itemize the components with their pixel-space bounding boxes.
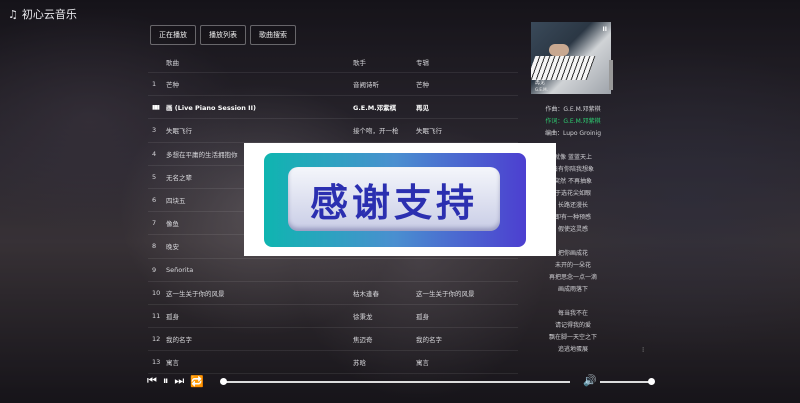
app-title-text: 初心云音乐 (21, 8, 77, 21)
lyric-line: 再把思念一点一滴 (548, 274, 597, 281)
lyric-line: 请记得我的爱 (554, 322, 591, 329)
piano-keys-image (531, 56, 596, 80)
thanks-badge-inner: 感谢支持 (288, 167, 500, 231)
header-album: 专辑 (416, 59, 429, 67)
song-title: 寓言 (166, 359, 179, 368)
music-note-icon: ♫ (8, 7, 18, 21)
scroll-indicator: ⁞ (642, 346, 645, 354)
table-row[interactable]: ▮▮▮ 画 (Live Piano Session II) G.E.M.邓紫棋 再见 (148, 96, 518, 120)
song-title: 晚安 (166, 243, 179, 252)
lyric-line: 作词：G.E.M.邓紫棋 (545, 118, 601, 125)
song-title: 我的名字 (166, 336, 192, 345)
table-row[interactable]: 3 失眠飞行 接个吻，开一枪 失眠飞行 (148, 119, 518, 143)
lyric-line (528, 296, 618, 308)
lyric-line: 画成雨落下 (557, 286, 588, 293)
song-artist: 枯木逢春 (353, 289, 379, 298)
song-artist: 接个吻，开一枪 (353, 127, 399, 136)
song-album: 寓言 (416, 359, 429, 368)
song-album: 我的名字 (416, 336, 442, 345)
table-row[interactable]: 11 孤身 徐秉龙 孤身 (148, 305, 518, 329)
lyric-line: 作曲：G.E.M.邓紫棋 (545, 106, 601, 113)
song-title: 像鱼 (166, 220, 179, 229)
volume-knob[interactable] (648, 378, 655, 385)
cover-edge (609, 60, 613, 90)
lyric-line: 飘在脚一天空之下 (548, 334, 597, 341)
cover-label-cn: 再见 (535, 80, 546, 86)
song-title: 孤身 (166, 312, 179, 321)
progress-bar[interactable] (222, 381, 570, 383)
song-album: 再见 (416, 104, 429, 113)
volume-slider[interactable] (600, 381, 652, 383)
song-artist: G.E.M.邓紫棋 (353, 104, 397, 113)
song-title: 失眠飞行 (166, 127, 192, 136)
header-title: 歌曲 (166, 59, 179, 67)
thanks-overlay: 感谢支持 (244, 143, 556, 256)
volume-icon[interactable]: 🔊 (583, 374, 597, 387)
song-album: 孤身 (416, 312, 429, 321)
thanks-badge: 感谢支持 (264, 153, 526, 247)
song-title: 四块五 (166, 197, 186, 206)
lyric-line: 未开的一朵花 (554, 262, 591, 269)
tab-bar: 正在播放 播放列表 歌曲搜索 (150, 25, 296, 45)
song-title: 芒种 (166, 81, 179, 90)
lyric-line: 追逃地蛋展 (557, 346, 588, 353)
song-album: 这一生关于你的风景 (416, 289, 475, 298)
song-title: 多想在平庸的生活拥抱你 (166, 150, 238, 159)
header-artist: 歌手 (353, 59, 366, 67)
table-row[interactable]: 9 Señorita (148, 259, 518, 282)
song-artist: 苏晗 (353, 359, 366, 368)
table-row[interactable]: 1 芒种 音阙诗听 芒种 (148, 73, 518, 97)
song-artist: 徐秉龙 (353, 312, 373, 321)
album-cover: II 再见 G.E.M. (531, 22, 611, 94)
pause-icon[interactable]: ⏸ (163, 374, 169, 388)
song-title: 这一生关于你的风景 (166, 289, 225, 298)
repeat-icon[interactable]: 🔁 (190, 375, 204, 388)
thanks-text: 感谢支持 (309, 180, 478, 225)
progress-knob[interactable] (220, 378, 227, 385)
song-title: 无名之辈 (166, 173, 192, 182)
cover-label-en: G.E.M. (535, 87, 548, 92)
song-album: 失眠飞行 (416, 127, 442, 136)
table-row[interactable]: 13 寓言 苏晗 寓言 (148, 351, 518, 375)
song-title: Señorita (166, 265, 194, 274)
table-row[interactable]: 12 我的名字 焦迈奇 我的名字 (148, 328, 518, 352)
song-album: 芒种 (416, 81, 429, 90)
tab-search[interactable]: 歌曲搜索 (250, 25, 296, 45)
tab-now-playing[interactable]: 正在播放 (150, 25, 196, 45)
skip-back-icon[interactable]: ⏮ (147, 374, 157, 388)
table-row[interactable]: 10 这一生关于你的风景 枯木逢春 这一生关于你的风景 (148, 282, 518, 305)
player-controls: ⏮ ⏸ ⏭ 🔁 (147, 374, 204, 388)
app-title: ♫ 初心云音乐 (8, 6, 77, 22)
cover-mark: II (602, 26, 607, 33)
skip-forward-icon[interactable]: ⏭ (174, 374, 184, 388)
song-title: 画 (Live Piano Session II) (166, 104, 256, 113)
song-artist: 音阙诗听 (353, 81, 379, 90)
tab-playlist[interactable]: 播放列表 (200, 25, 246, 45)
hands-image (549, 44, 569, 56)
table-header: 歌曲 歌手 专辑 (148, 52, 518, 73)
lyric-line: 每当我不在 (557, 310, 588, 317)
lyric-line: 编曲：Lupo Groinig (544, 130, 602, 137)
song-artist: 焦迈奇 (353, 336, 373, 345)
